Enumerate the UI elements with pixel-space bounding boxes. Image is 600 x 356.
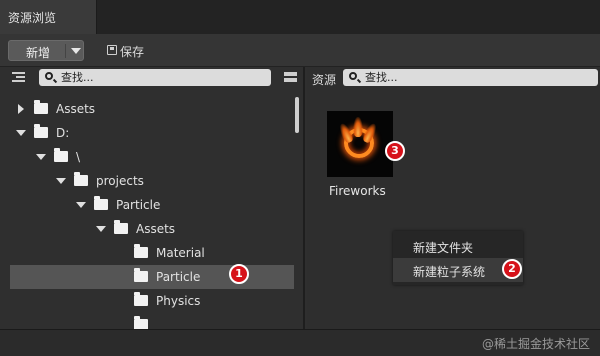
folder-icon [134,316,148,329]
annotation-badge-2: 2 [502,259,522,279]
annotation-badge-3: 3 [385,141,405,161]
tab-label: 资源浏览 [8,11,57,25]
folder-icon [134,244,148,258]
tree-scrollbar[interactable] [295,97,299,133]
fire-ring-thumbnail-icon [327,111,393,177]
asset-search-input[interactable] [365,69,594,86]
collapse-arrow-icon[interactable] [76,202,86,208]
folder-icon [94,196,108,210]
menu-item-label: 新建粒子系统 [413,265,486,279]
flame [361,121,379,145]
tree-item[interactable]: projects [10,169,294,193]
tree-item[interactable]: Material [10,241,294,265]
collapse-arrow-icon[interactable] [96,226,106,232]
expand-arrow-icon[interactable] [18,104,24,114]
asset-view-panel: 资源 Fireworks [307,67,600,329]
folder-icon [74,172,88,186]
search-icon [45,72,53,80]
folder-icon [34,124,48,138]
title-bar: 资源浏览 [0,0,600,34]
tree-item-label: Particle [116,198,161,212]
menu-item-label: 新建文件夹 [413,241,474,255]
menu-item-new-folder[interactable]: 新建文件夹 [393,234,523,258]
asset-panel-title: 资源 [312,73,337,87]
tree-item-label: Material [156,246,205,260]
tree-item-label: D: [56,126,70,140]
folder-tree-panel: Assets D: \ projects Particle Assets [0,67,305,329]
asset-name: Fireworks [329,184,386,198]
tree-item[interactable]: Assets [10,217,294,241]
collapse-arrow-icon[interactable] [56,178,66,184]
save-button-label: 保存 [120,45,145,59]
button-divider [65,44,66,58]
tree-item-label: projects [96,174,144,188]
view-toggle-icon[interactable] [284,72,297,83]
watermark-text: @稀土掘金技术社区 [481,337,590,351]
tree-item-label: Particle [156,270,201,284]
tree-search-field[interactable] [39,69,271,86]
flame [353,117,363,137]
tree-item-label: \ [76,150,81,164]
asset-search-field[interactable] [343,69,598,86]
asset-item[interactable]: Fireworks [327,111,393,198]
tree-header [0,67,303,89]
new-button-label: 新增 [26,46,51,60]
new-dropdown-button[interactable]: 新增 [8,40,84,61]
folder-icon [54,148,68,162]
folder-icon [34,100,48,114]
tree-item-label: Assets [136,222,176,236]
folder-icon [134,268,148,282]
status-bar: @稀土掘金技术社区 [0,329,600,356]
search-icon [349,72,357,80]
tree-item-label: Physics [156,294,201,308]
tree-item-label: Assets [56,102,96,116]
folder-icon [114,220,128,234]
chevron-down-icon[interactable] [71,48,81,54]
collapse-all-icon[interactable] [12,71,25,84]
tree-item[interactable]: Physics [10,289,294,313]
context-menu: 新建文件夹 新建粒子系统 [393,231,523,285]
tree-item[interactable]: D: [10,121,294,145]
tree-item[interactable]: \ [10,145,294,169]
save-icon [107,45,117,55]
tree-item-partial[interactable] [10,313,294,329]
tab-asset-browser[interactable]: 资源浏览 [0,0,97,34]
annotation-badge-1: 1 [229,264,249,284]
folder-icon [134,292,148,306]
tree-search-input[interactable] [61,69,267,86]
tree-item-selected[interactable]: Particle [10,265,294,289]
collapse-arrow-icon[interactable] [36,154,46,160]
collapse-arrow-icon[interactable] [16,130,26,136]
toolbar: 新增 保存 [0,34,600,67]
tree-item[interactable]: Particle [10,193,294,217]
tree-item[interactable]: Assets [10,97,294,121]
